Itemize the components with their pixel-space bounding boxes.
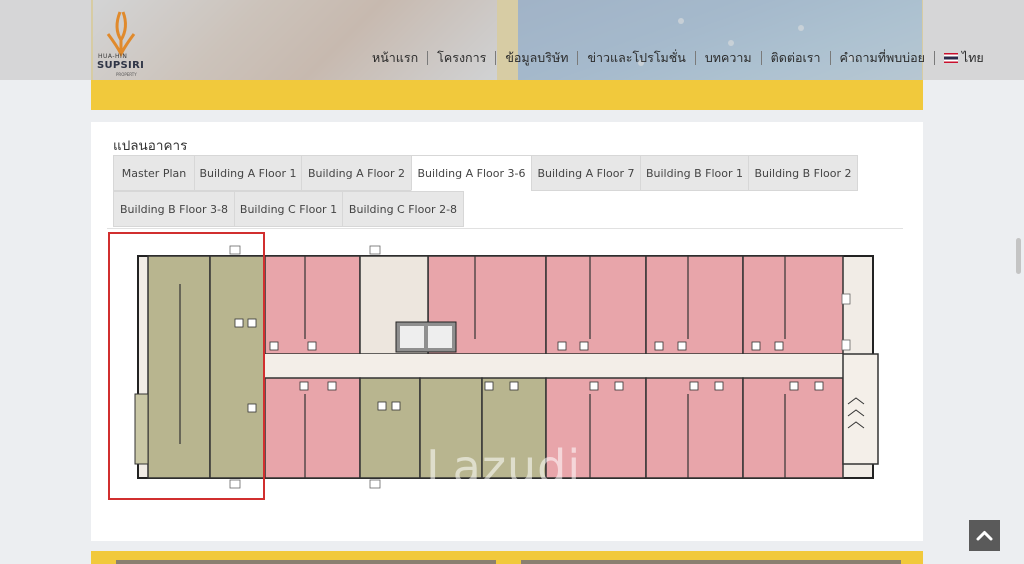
nav-separator [933,51,935,65]
tab-building-b-floor-2[interactable]: Building B Floor 2 [748,155,858,191]
nav-item-company[interactable]: ข้อมูลบริษัท [505,48,568,68]
tab-building-b-floor-3-8[interactable]: Building B Floor 3-8 [113,191,235,227]
nav-separator [577,51,579,65]
logo-sub-text: PROPERTY [116,72,137,77]
nav-separator [829,51,831,65]
tab-building-c-floor-1[interactable]: Building C Floor 1 [234,191,343,227]
section-title: แปลนอาคาร [113,138,188,154]
language-label: ไทย [961,50,984,65]
nav-item-faq[interactable]: คำถามที่พบบ่อย [840,48,925,68]
tab-building-a-floor-7[interactable]: Building A Floor 7 [531,155,641,191]
header-bar [0,0,1024,80]
nav-item-news[interactable]: ข่าวและโปรโมชั่น [587,48,685,68]
footer-yellow-band [91,551,923,564]
tab-building-a-floor-1[interactable]: Building A Floor 1 [194,155,302,191]
nav-item-articles[interactable]: บทความ [705,48,752,68]
scrollbar-thumb[interactable] [1016,238,1021,274]
watermark-text: Lazudi [426,440,582,494]
highlighted-unit-outline [108,232,265,500]
nav-separator [760,51,762,65]
nav-separator [694,51,696,65]
chevron-up-icon [976,531,993,541]
tab-building-b-floor-1[interactable]: Building B Floor 1 [640,155,749,191]
nav-item-contact[interactable]: ติดต่อเรา [771,48,821,68]
thai-flag-icon [943,53,958,63]
language-switcher[interactable]: ไทย [943,48,984,68]
nav-separator [495,51,497,65]
tab-master-plan[interactable]: Master Plan [113,155,195,191]
nav-item-home[interactable]: หน้าแรก [372,48,418,68]
back-to-top-button[interactable] [969,520,1000,551]
main-nav: หน้าแรก โครงการ ข้อมูลบริษัท ข่าวและโปรโ… [372,49,984,67]
tab-building-a-floor-3-6[interactable]: Building A Floor 3-6 [411,155,532,191]
nav-separator [427,51,429,65]
tab-building-a-floor-2[interactable]: Building A Floor 2 [301,155,412,191]
logo-main-text: SUPSIRI [97,60,145,71]
logo-small-text: HUA-HIN [98,53,128,60]
nav-item-projects[interactable]: โครงการ [437,48,486,68]
tab-building-c-floor-2-8[interactable]: Building C Floor 2-8 [342,191,464,227]
